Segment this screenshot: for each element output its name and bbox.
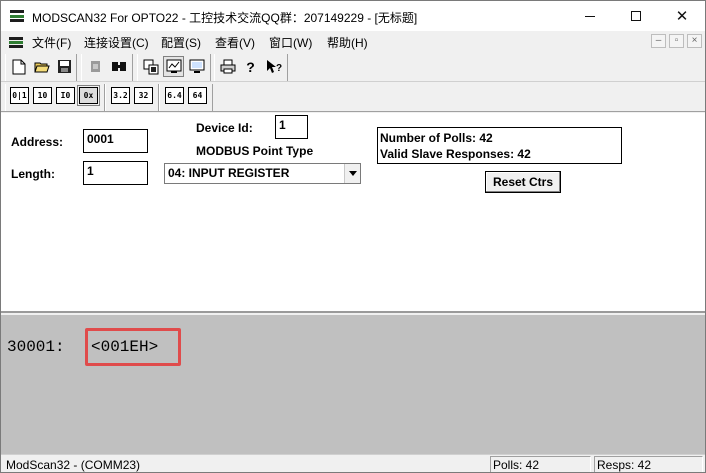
display-options-icon [143, 59, 158, 74]
minimize-icon [585, 15, 595, 17]
graph-icon [166, 59, 181, 73]
document-icon[interactable] [9, 37, 23, 48]
point-type-value: 04: INPUT REGISTER [168, 166, 290, 180]
maximize-icon [631, 11, 641, 21]
display-options-button[interactable] [140, 56, 161, 77]
address-label: Address: [11, 135, 64, 149]
status-resps: Resps: 42 [597, 458, 652, 472]
length-label: Length: [11, 167, 55, 181]
integer-format-button[interactable]: I0 [56, 87, 75, 104]
reset-counters-button[interactable]: Reset Ctrs [485, 171, 561, 193]
connect-button[interactable] [85, 56, 106, 77]
menu-connection[interactable]: 连接设置(C) [84, 34, 149, 51]
menu-view[interactable]: 查看(V) [215, 34, 255, 51]
swapped-float-format-button[interactable]: 32 [134, 87, 153, 104]
help-button[interactable]: ? [240, 56, 261, 77]
disconnect-icon [111, 62, 126, 71]
context-help-button[interactable]: ? [263, 56, 284, 77]
poll-stats-box: Number of Polls: 42 Valid Slave Response… [377, 127, 622, 164]
disconnect-button[interactable] [108, 56, 129, 77]
number-of-polls: Number of Polls: 42 [380, 131, 493, 145]
value-highlight [85, 328, 181, 366]
context-help-icon: ? [266, 59, 282, 74]
open-button[interactable] [31, 56, 52, 77]
help-icon: ? [246, 58, 255, 75]
window-title: MODSCAN32 For OPTO22 - 工控技术交流QQ群：2071492… [32, 11, 418, 25]
swapped-double-format-button[interactable]: 64 [188, 87, 207, 104]
mdi-minimize-button[interactable]: – [651, 34, 666, 48]
close-button[interactable]: ✕ [659, 1, 705, 31]
monitor-button[interactable] [186, 56, 207, 77]
device-id-input[interactable]: 1 [275, 115, 308, 139]
open-folder-icon [33, 62, 50, 72]
chevron-down-icon[interactable] [344, 164, 360, 183]
print-button[interactable] [217, 56, 238, 77]
format-toolbar: 0|1 10 I0 0x 3.2 32 6.4 64 [1, 82, 705, 112]
title-bar: MODSCAN32 For OPTO22 - 工控技术交流QQ群：2071492… [1, 1, 705, 31]
menu-setup[interactable]: 配置(S) [161, 34, 201, 51]
connection-form: Address: 0001 Length: 1 Device Id: 1 MOD… [1, 113, 705, 313]
new-button[interactable] [8, 56, 29, 77]
app-icon[interactable] [10, 10, 24, 22]
length-input[interactable]: 1 [83, 161, 148, 185]
hex-format-button[interactable]: 0x [77, 85, 100, 106]
register-data-pane: 30001: <001EH> [1, 315, 705, 454]
valid-slave-responses: Valid Slave Responses: 42 [380, 147, 531, 161]
save-button[interactable] [54, 56, 75, 77]
device-id-label: Device Id: [196, 121, 253, 135]
status-bar: ModScan32 - (COMM23) Polls: 42 Resps: 42 [1, 454, 705, 472]
point-type-select[interactable]: 04: INPUT REGISTER [164, 163, 361, 184]
modscan-window: MODSCAN32 For OPTO22 - 工控技术交流QQ群：2071492… [0, 0, 706, 473]
address-input[interactable]: 0001 [83, 129, 148, 153]
status-app: ModScan32 - (COMM23) [6, 458, 141, 472]
monitor-icon [189, 59, 204, 73]
menu-help[interactable]: 帮助(H) [327, 34, 368, 51]
minimize-button[interactable] [567, 1, 613, 31]
menu-window[interactable]: 窗口(W) [269, 34, 312, 51]
binary-format-button[interactable]: 0|1 [10, 87, 29, 104]
main-toolbar: ? ? [1, 52, 705, 82]
float-format-button[interactable]: 3.2 [111, 87, 130, 104]
maximize-button[interactable] [613, 1, 659, 31]
graph-button[interactable] [163, 56, 184, 77]
connect-icon [91, 61, 100, 72]
print-icon [220, 59, 235, 74]
decimal-format-button[interactable]: 10 [33, 87, 52, 104]
double-format-button[interactable]: 6.4 [165, 87, 184, 104]
menu-bar: 文件(F) 连接设置(C) 配置(S) 查看(V) 窗口(W) 帮助(H) – … [1, 31, 705, 52]
menu-file[interactable]: 文件(F) [32, 34, 71, 51]
svg-text:?: ? [276, 63, 282, 74]
close-icon: ✕ [675, 8, 689, 25]
status-polls: Polls: 42 [493, 458, 540, 472]
mdi-close-button[interactable]: × [687, 34, 702, 48]
save-icon [58, 60, 71, 73]
mdi-restore-button[interactable]: ▫ [669, 34, 684, 48]
register-address: 30001: [7, 338, 65, 356]
new-file-icon [12, 59, 25, 74]
point-type-label: MODBUS Point Type [196, 144, 314, 158]
